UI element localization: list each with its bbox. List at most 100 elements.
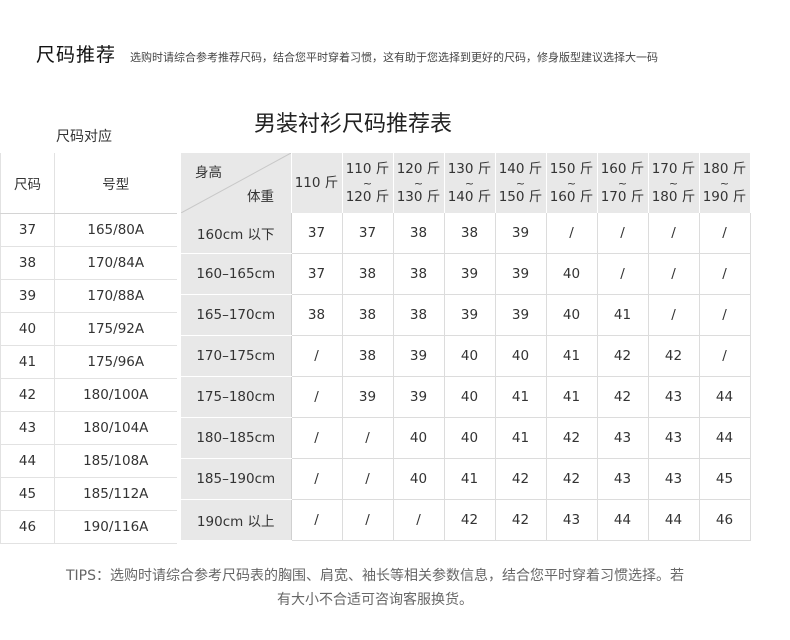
weight-range-tilde: ~ [362,176,373,190]
recommended-size-cell: 41 [546,335,598,377]
recommended-size-cell: 40 [444,376,496,418]
table-row: 180–185cm //40 40 41 42 43 43 44 [181,417,751,459]
weight-from: 180 斤 [702,160,747,177]
recommended-size-cell: 42 [546,417,598,459]
table-row: 42 180/100A [0,378,177,412]
recommended-size-cell: 44 [597,499,649,541]
recommended-size-cell: 40 [546,253,598,295]
weight-column-header: 110 斤 ~120 斤 [342,153,394,213]
corner-diagonal-line [181,153,291,213]
weight-from: 120 斤 [396,160,441,177]
tips-line-2: 有大小不合适可咨询客服换货。 [277,592,473,608]
body-type-cell: 185/112A [54,477,177,511]
body-type-cell: 180/104A [54,411,177,445]
weight-to: 190 斤 [702,188,747,205]
recommended-size-cell: / [393,499,445,541]
size-mapping-body: 37 165/80A 38 170/84A 39 170/88A 40 175/92A 41 17… [0,213,177,544]
weight-range-tilde: ~ [464,176,475,190]
recommended-size-cell: 44 [648,499,700,541]
recommended-size-cell: 37 [291,213,343,254]
recommended-size-cell: / [699,213,751,254]
recommended-size-cell: / [597,253,649,295]
recommended-size-cell: / [342,499,394,541]
recommended-size-cell: 42 [495,499,547,541]
recommended-size-cell: 43 [648,458,700,500]
recommended-size-cell: / [291,335,343,377]
recommended-size-cell: 39 [495,294,547,336]
weight-header-row: 身高 体重 110 斤 110 斤 ~120 斤 120 斤 ~130 斤 130 斤 ~1… [181,153,751,213]
recommended-size-cell: 40 [444,417,496,459]
header: 尺码推荐 选购时请综合参考推荐尺码，结合您平时穿着习惯，这有助于您选择到更好的尺… [36,40,658,67]
recommended-size-cell: 41 [546,376,598,418]
recommended-size-cell: / [291,417,343,459]
weight-from: 170 斤 [651,160,696,177]
body-type-cell: 175/92A [54,312,177,346]
recommended-size-cell: 44 [699,417,751,459]
size-cell: 46 [0,510,55,544]
weight-column-header: 120 斤 ~130 斤 [393,153,445,213]
height-range-cell: 185–190cm [181,458,292,500]
recommended-size-cell: 40 [393,417,445,459]
recommended-size-cell: / [597,213,649,254]
size-mapping-header-row: 尺码 号型 [0,153,177,214]
weight-to: 130 斤 [396,188,441,205]
weight-range-tilde: ~ [617,176,628,190]
size-cell: 45 [0,477,55,511]
table-row: 41 175/96A [0,345,177,379]
body-type-cell: 165/80A [54,213,177,247]
size-cell: 40 [0,312,55,346]
recommended-size-cell: 46 [699,499,751,541]
recommended-size-cell: 43 [648,376,700,418]
table-row: 39 170/88A [0,279,177,313]
body-type-cell: 190/116A [54,510,177,544]
weight-column-header: 140 斤 ~150 斤 [495,153,547,213]
recommended-size-cell: 42 [597,335,649,377]
recommended-size-cell: 44 [699,376,751,418]
size-recommendation-table: 身高 体重 110 斤 110 斤 ~120 斤 120 斤 ~130 斤 130 斤 ~1… [181,153,751,541]
recommended-size-cell: 43 [546,499,598,541]
weight-column-header: 150 斤 ~160 斤 [546,153,598,213]
weight-from: 160 斤 [600,160,645,177]
recommended-size-cell: 38 [342,335,394,377]
recommended-size-cell: / [648,253,700,295]
weight-to: 160 斤 [549,188,594,205]
height-range-cell: 175–180cm [181,376,292,418]
recommended-size-cell: 41 [597,294,649,336]
tips-line-1: TIPS：选购时请综合参考尺码表的胸围、肩宽、袖长等相关参数信息，结合您平时穿着… [65,568,684,584]
recommended-size-cell: 39 [342,376,394,418]
weight-to: 140 斤 [447,188,492,205]
weight-from: 110 斤 [345,160,390,177]
height-weight-corner: 身高 体重 [181,153,292,213]
recommended-size-cell: 43 [597,458,649,500]
weight-to: 170 斤 [600,188,645,205]
body-type-cell: 185/108A [54,444,177,478]
recommended-size-cell: / [342,458,394,500]
recommended-size-cell: 39 [495,253,547,295]
height-label: 身高 [195,165,222,181]
table-row: 185–190cm //40 41 42 42 43 43 45 [181,458,751,500]
height-range-cell: 160cm 以下 [181,213,292,254]
table-row: 46 190/116A [0,510,177,544]
body-type-header: 号型 [54,153,177,214]
size-recommendation-body: 160cm 以下 37 37 38 38 39// //160–165cm 37 38 38 39 3… [181,213,751,541]
recommended-size-cell: 42 [648,335,700,377]
recommended-size-cell: 40 [546,294,598,336]
table-row: 37 165/80A [0,213,177,247]
height-range-cell: 190cm 以上 [181,499,292,541]
recommended-size-cell: 37 [291,253,343,295]
chart-title: 男装衬衫尺码推荐表 [254,112,453,137]
weight-range-tilde: ~ [668,176,679,190]
size-mapping-caption: 尺码对应 [56,129,112,145]
weight-column-header: 180 斤 ~190 斤 [699,153,751,213]
recommended-size-cell: 39 [393,376,445,418]
size-cell: 37 [0,213,55,247]
table-row: 160cm 以下 37 37 38 38 39// / / [181,213,751,254]
weight-range-tilde: ~ [719,176,730,190]
table-row: 45 185/112A [0,477,177,511]
table-row: 43 180/104A [0,411,177,445]
recommended-size-cell: 41 [444,458,496,500]
recommended-size-cell: / [546,213,598,254]
recommended-size-cell: 38 [393,213,445,254]
weight-from: 150 斤 [549,160,594,177]
table-row: 190cm 以上 / //42 42 43 44 44 46 [181,499,751,541]
